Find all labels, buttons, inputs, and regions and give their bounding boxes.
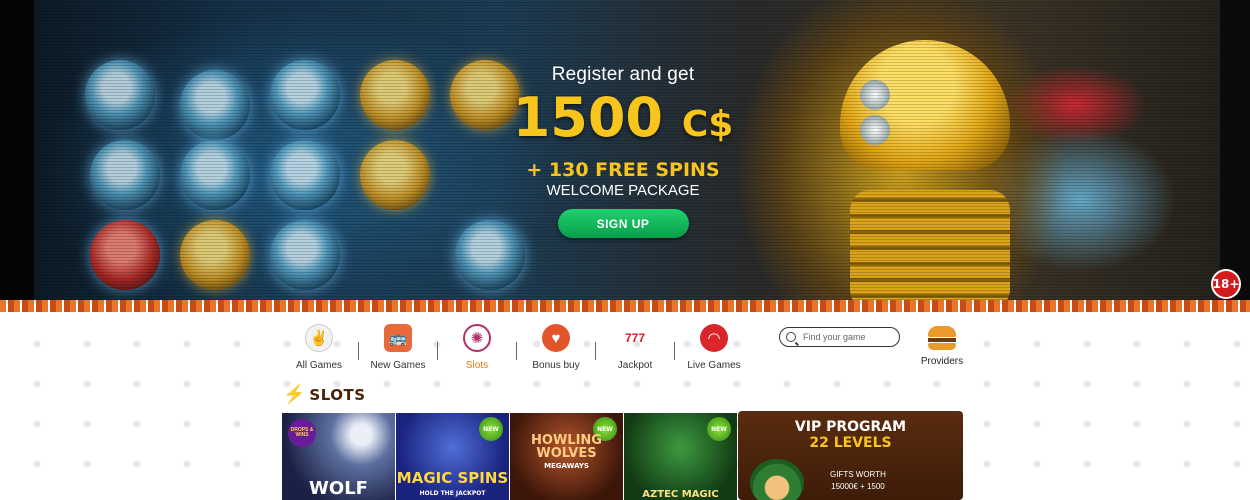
section-heading: ⚡ SLOTS — [283, 384, 366, 405]
promo-free-spins: + 130 FREE SPINS — [526, 159, 720, 181]
bus-icon: 🚌 — [384, 324, 412, 352]
nav-label: Jackpot — [617, 360, 653, 371]
game-tiles: DROPS & WINS WOLF NEW MAGIC SPINS HOLD T… — [282, 413, 737, 500]
promo-currency: C$ — [681, 104, 734, 145]
nav-new-games[interactable]: 🚌 New Games — [359, 324, 437, 371]
promo-amount-value: 1500 — [512, 86, 663, 149]
nav-slots[interactable]: ✺ Slots — [438, 324, 516, 371]
game-category-nav: ✌ All Games 🚌 New Games ✺ Slots ♥ Bonus … — [280, 324, 753, 374]
game-search[interactable] — [779, 327, 900, 347]
wheel-icon: ✺ — [463, 324, 491, 352]
search-icon — [786, 332, 796, 342]
game-title: AZTEC MAGIC — [642, 489, 719, 500]
game-subtitle: HOLD THE JACKPOT — [419, 490, 486, 497]
promo-package-label: WELCOME PACKAGE — [546, 182, 700, 199]
section-title: SLOTS — [309, 385, 366, 404]
vip-title: VIP PROGRAM — [794, 419, 907, 435]
game-tile-magic-spins[interactable]: NEW MAGIC SPINS HOLD THE JACKPOT — [396, 413, 509, 500]
burger-icon — [928, 326, 956, 350]
777-icon: 777 — [624, 331, 646, 345]
game-title: MAGIC SPINS — [396, 469, 509, 487]
nav-label: Slots — [465, 360, 489, 371]
game-tile-wolf[interactable]: DROPS & WINS WOLF — [282, 413, 395, 500]
game-title: WOLF — [309, 478, 368, 499]
hero-border — [0, 300, 1250, 312]
promo-amount: 1500 C$ — [470, 88, 776, 155]
lips-icon: ◠ — [700, 324, 728, 352]
heart-icon: ♥ — [542, 324, 570, 352]
new-badge: NEW — [479, 417, 503, 441]
bolt-icon: ⚡ — [283, 384, 306, 404]
promo-pretitle: Register and get — [551, 64, 695, 85]
new-badge: NEW — [707, 417, 731, 441]
game-tile-aztec-magic[interactable]: NEW AZTEC MAGIC — [624, 413, 737, 500]
nav-label: Live Games — [687, 360, 741, 371]
dice-icon: ✌ — [305, 324, 333, 352]
nav-bonus-buy[interactable]: ♥ Bonus buy — [517, 324, 595, 371]
welcome-promo: Register and get 1500 C$ + 130 FREE SPIN… — [470, 64, 776, 238]
nav-label: New Games — [370, 360, 426, 371]
providers-label: Providers — [920, 356, 964, 367]
nav-live-games[interactable]: ◠ Live Games — [675, 324, 753, 371]
nav-label: All Games — [295, 360, 343, 371]
game-subtitle: MEGAWAYS — [544, 462, 589, 470]
vip-levels: 22 LEVELS — [809, 435, 892, 451]
vip-gift-line1: GIFTS WORTH — [830, 470, 886, 479]
vip-gift-line2: 15000€ + 1500 — [831, 482, 885, 491]
vip-character-art — [750, 459, 804, 500]
vip-gift-text: GIFTS WORTH 15000€ + 1500 — [830, 469, 886, 493]
nav-all-games[interactable]: ✌ All Games — [280, 324, 358, 371]
game-title: HOWLING WOLVES — [531, 433, 602, 461]
hero-banner: Register and get 1500 C$ + 130 FREE SPIN… — [0, 0, 1250, 312]
search-input[interactable] — [803, 332, 898, 342]
game-tile-howling-wolves[interactable]: NEW HOWLING WOLVES MEGAWAYS — [510, 413, 623, 500]
drops-wins-badge: DROPS & WINS — [288, 419, 316, 447]
signup-button[interactable]: SIGN UP — [557, 209, 689, 238]
providers-button[interactable]: Providers — [912, 326, 972, 367]
vip-program-banner[interactable]: VIP PROGRAM 22 LEVELS GIFTS WORTH 15000€… — [738, 411, 963, 500]
nav-label: Bonus buy — [532, 360, 580, 371]
age-restriction-badge: 18+ — [1211, 269, 1241, 299]
lobby-content: ✌ All Games 🚌 New Games ✺ Slots ♥ Bonus … — [0, 314, 1250, 500]
nav-jackpot[interactable]: 777 Jackpot — [596, 324, 674, 371]
